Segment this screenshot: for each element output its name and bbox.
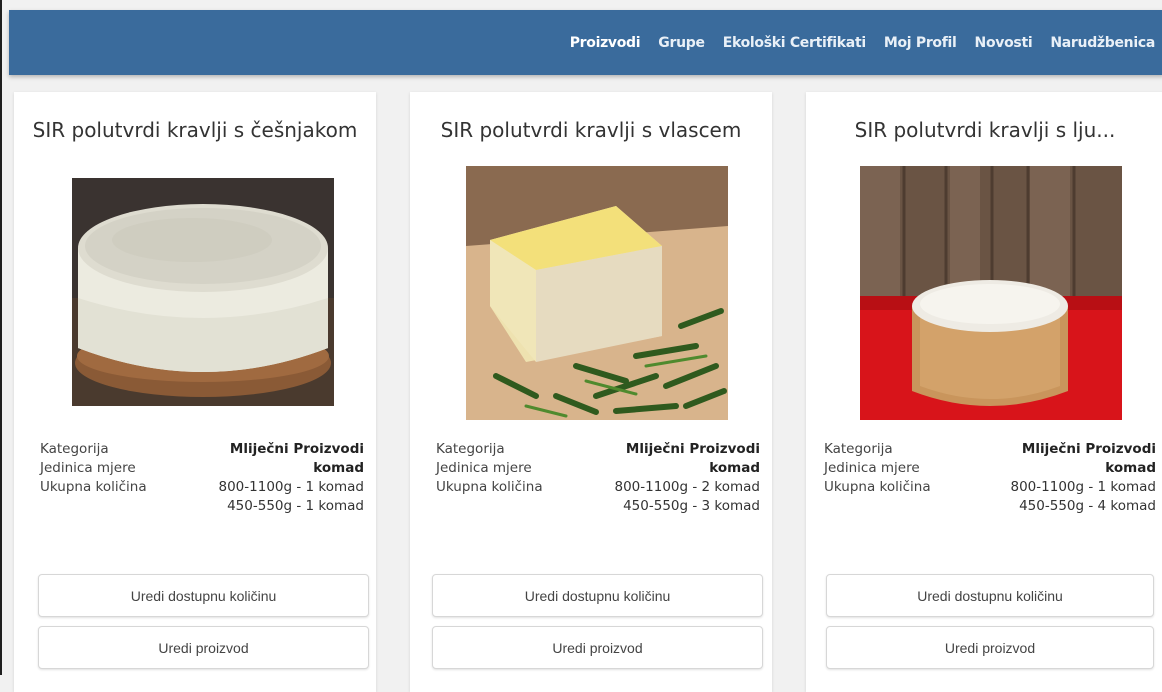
- nav-item-ekoloski-certifikati[interactable]: Ekološki Certifikati: [714, 35, 875, 51]
- top-navbar: Proizvodi Grupe Ekološki Certifikati Moj…: [9, 10, 1162, 75]
- quantity-row: Ukupna količina 800-1100g - 1 komad 450-…: [40, 478, 364, 516]
- unit-label: Jedinica mjere: [40, 460, 136, 476]
- unit-row: Jedinica mjere komad: [436, 459, 760, 478]
- quantity-row: Ukupna količina 800-1100g - 2 komad 450-…: [436, 478, 760, 516]
- product-info: Kategorija Mliječni Proizvodi Jedinica m…: [436, 440, 760, 516]
- cheese-wheel-garlic-image: [72, 178, 334, 406]
- product-card: SIR polutvrdi kravlji s češnjakom Katego…: [14, 92, 376, 692]
- category-row: Kategorija Mliječni Proizvodi: [436, 440, 760, 459]
- unit-row: Jedinica mjere komad: [824, 459, 1156, 478]
- quantity-row: Ukupna količina 800-1100g - 1 komad 450-…: [824, 478, 1156, 516]
- quantity-values: 800-1100g - 1 komad 450-550g - 4 komad: [1011, 478, 1157, 516]
- quantity-line: 450-550g - 1 komad: [227, 498, 364, 514]
- quantity-values: 800-1100g - 2 komad 450-550g - 3 komad: [615, 478, 761, 516]
- quantity-label: Ukupna količina: [436, 479, 543, 495]
- category-row: Kategorija Mliječni Proizvodi: [824, 440, 1156, 459]
- product-card: SIR polutvrdi kravlji s lju... Kategorij…: [806, 92, 1162, 692]
- unit-label: Jedinica mjere: [824, 460, 920, 476]
- app-frame: Proizvodi Grupe Ekološki Certifikati Moj…: [0, 0, 1162, 692]
- edit-product-button[interactable]: Uredi proizvod: [38, 626, 369, 669]
- product-info: Kategorija Mliječni Proizvodi Jedinica m…: [40, 440, 364, 516]
- product-title: SIR polutvrdi kravlji s vlascem: [440, 118, 742, 142]
- quantity-line: 800-1100g - 2 komad: [614, 479, 761, 495]
- cheese-red-background-image: [860, 166, 1122, 420]
- category-row: Kategorija Mliječni Proizvodi: [40, 440, 364, 459]
- unit-label: Jedinica mjere: [436, 460, 532, 476]
- quantity-label: Ukupna količina: [824, 479, 931, 495]
- nav-item-novosti[interactable]: Novosti: [966, 35, 1042, 51]
- edit-quantity-button[interactable]: Uredi dostupnu količinu: [432, 574, 763, 617]
- product-info: Kategorija Mliječni Proizvodi Jedinica m…: [824, 440, 1156, 516]
- nav-item-moj-profil[interactable]: Moj Profil: [875, 35, 966, 51]
- category-label: Kategorija: [436, 441, 505, 457]
- unit-value: komad: [1105, 460, 1156, 476]
- edit-quantity-button[interactable]: Uredi dostupnu količinu: [38, 574, 369, 617]
- nav-item-proizvodi[interactable]: Proizvodi: [561, 35, 650, 51]
- unit-row: Jedinica mjere komad: [40, 459, 364, 478]
- quantity-label: Ukupna količina: [40, 479, 147, 495]
- cheese-chives-image: [466, 166, 728, 420]
- product-title: SIR polutvrdi kravlji s lju...: [854, 118, 1116, 142]
- product-title: SIR polutvrdi kravlji s češnjakom: [32, 118, 358, 142]
- nav-item-grupe[interactable]: Grupe: [649, 35, 713, 51]
- quantity-line: 800-1100g - 1 komad: [1010, 479, 1157, 495]
- edit-product-button[interactable]: Uredi proizvod: [432, 626, 763, 669]
- quantity-line: 450-550g - 4 komad: [1019, 498, 1156, 514]
- quantity-line: 450-550g - 3 komad: [623, 498, 760, 514]
- category-label: Kategorija: [40, 441, 109, 457]
- unit-value: komad: [709, 460, 760, 476]
- edit-product-button[interactable]: Uredi proizvod: [826, 626, 1154, 669]
- unit-value: komad: [313, 460, 364, 476]
- category-value: Mliječni Proizvodi: [229, 441, 364, 457]
- category-value: Mliječni Proizvodi: [625, 441, 760, 457]
- product-card: SIR polutvrdi kravlji s vlascem Kategori…: [410, 92, 772, 692]
- edit-quantity-button[interactable]: Uredi dostupnu količinu: [826, 574, 1154, 617]
- category-value: Mliječni Proizvodi: [1021, 441, 1156, 457]
- nav-item-narudzbenica[interactable]: Narudžbenica: [1041, 35, 1162, 51]
- quantity-line: 800-1100g - 1 komad: [218, 479, 365, 495]
- category-label: Kategorija: [824, 441, 893, 457]
- quantity-values: 800-1100g - 1 komad 450-550g - 1 komad: [219, 478, 365, 516]
- main-nav: Proizvodi Grupe Ekološki Certifikati Moj…: [561, 10, 1162, 75]
